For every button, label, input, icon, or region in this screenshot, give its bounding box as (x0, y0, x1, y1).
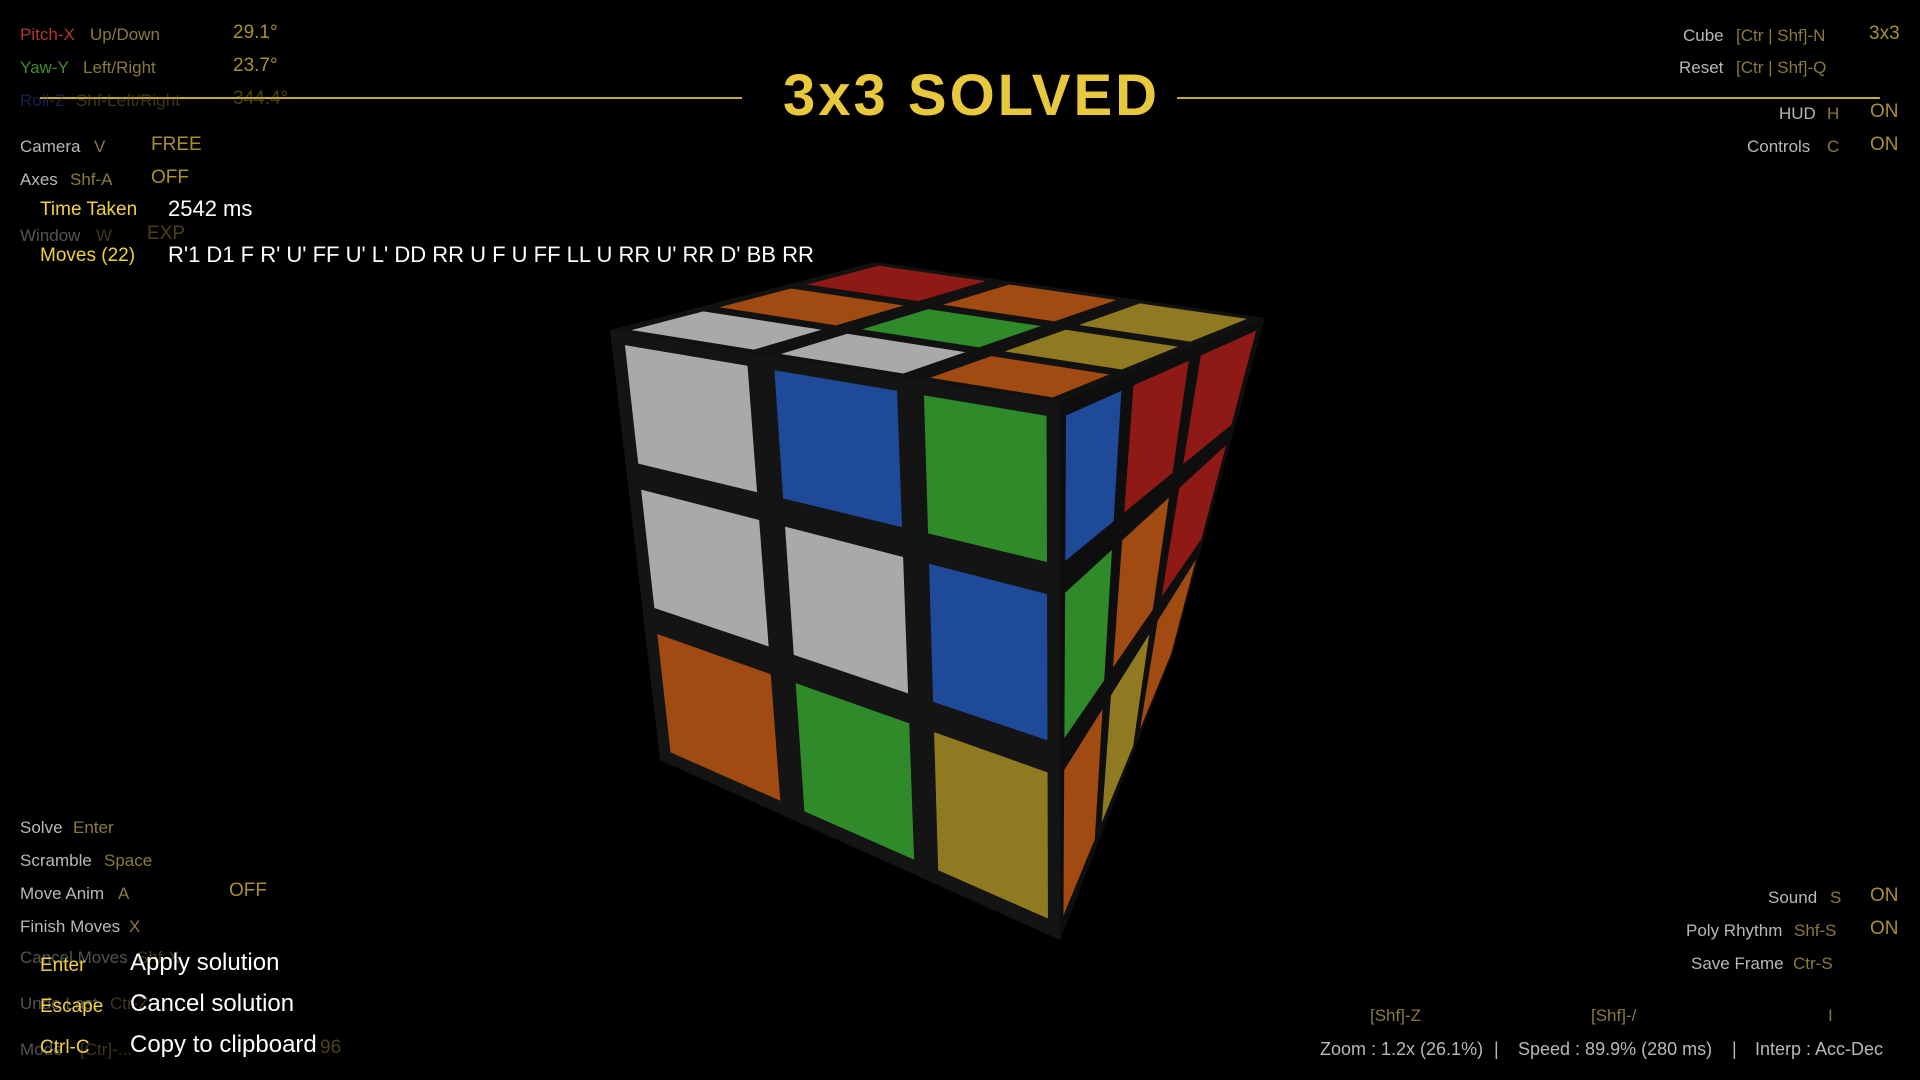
roll-label: Roll-Z (20, 91, 66, 110)
yaw-label: Yaw-Y (20, 58, 69, 77)
save-frame-key: Ctr-S (1793, 954, 1833, 973)
moves-label: Moves (22) (40, 245, 136, 266)
scramble-key: Space (104, 851, 153, 870)
sound-toggle[interactable]: ON (1870, 885, 1899, 907)
cube-key: [Ctr | Shf]-N (1736, 26, 1826, 45)
controls-toggle[interactable]: ON (1870, 134, 1899, 156)
pitch-key: Up/Down (90, 25, 160, 44)
status-separator: | (1732, 1039, 1737, 1059)
speed-status[interactable]: Speed : 89.9% (280 ms) (1518, 1039, 1712, 1060)
solve-label: Solve (20, 818, 63, 837)
axes-key: Shf-A (70, 170, 113, 189)
interp-status[interactable]: Interp : Acc-Dec (1755, 1039, 1883, 1060)
scramble-label: Scramble (20, 851, 92, 870)
axes-label: Axes (20, 170, 58, 189)
poly-rhythm-key: Shf-S (1794, 921, 1837, 940)
mode-value: 96 (320, 1037, 342, 1058)
interp-key: I (1828, 1006, 1833, 1025)
camera-value[interactable]: FREE (151, 134, 202, 156)
status-separator: | (1494, 1039, 1499, 1059)
cube-label: Cube (1683, 26, 1724, 45)
poly-rhythm-toggle[interactable]: ON (1870, 918, 1899, 940)
sound-key: S (1830, 888, 1842, 907)
hud-label: HUD (1779, 104, 1816, 123)
poly-rhythm-label: Poly Rhythm (1686, 921, 1783, 940)
escape-key: Escape (40, 996, 104, 1017)
yaw-key: Left/Right (83, 58, 156, 77)
moves-sequence: R'1 D1 F R' U' FF U' L' DD RR U F U FF L… (168, 242, 814, 267)
reset-key: [Ctr | Shf]-Q (1736, 58, 1827, 77)
title-line-right (1177, 97, 1880, 99)
window-key: W (96, 226, 113, 245)
apply-solution-button[interactable]: Apply solution (130, 949, 279, 977)
finish-moves-label: Finish Moves (20, 917, 121, 936)
roll-value: 344.4° (233, 88, 289, 109)
camera-key: V (94, 137, 106, 156)
copy-clipboard-button[interactable]: Copy to clipboard (130, 1031, 317, 1059)
pitch-label: Pitch-X (20, 25, 75, 44)
zoom-key: [Shf]-Z (1370, 1006, 1422, 1025)
copy-key: Ctrl-C (40, 1037, 90, 1058)
time-taken-value: 2542 ms (168, 196, 253, 221)
move-anim-label: Move Anim (20, 884, 105, 903)
yaw-value: 23.7° (233, 55, 278, 76)
controls-label: Controls (1747, 137, 1811, 156)
page-title: 3x3 SOLVED (783, 63, 1161, 128)
cancel-solution-button[interactable]: Cancel solution (130, 990, 294, 1018)
solve-key: Enter (73, 818, 114, 837)
axes-value[interactable]: OFF (151, 167, 189, 189)
reset-label: Reset (1679, 58, 1724, 77)
window-label: Window (20, 226, 81, 245)
time-taken-label: Time Taken (40, 199, 138, 220)
sound-label: Sound (1768, 888, 1818, 907)
move-anim-key: A (118, 884, 130, 903)
controls-key: C (1827, 137, 1840, 156)
hud-toggle[interactable]: ON (1870, 101, 1899, 123)
pitch-value: 29.1° (233, 22, 278, 43)
speed-key: [Shf]-/ (1591, 1006, 1637, 1025)
cube-size-value[interactable]: 3x3 (1869, 23, 1900, 45)
rubiks-cube[interactable] (0, 0, 1920, 1080)
finish-moves-key: X (129, 917, 141, 936)
apply-key: Enter (40, 955, 86, 976)
roll-key: Shf-Left/Right (76, 91, 180, 110)
zoom-status[interactable]: Zoom : 1.2x (26.1%) (1320, 1039, 1483, 1060)
hud-key: H (1827, 104, 1840, 123)
save-frame-label: Save Frame (1691, 954, 1784, 973)
camera-label: Camera (20, 137, 81, 156)
move-anim-value[interactable]: OFF (229, 880, 267, 902)
